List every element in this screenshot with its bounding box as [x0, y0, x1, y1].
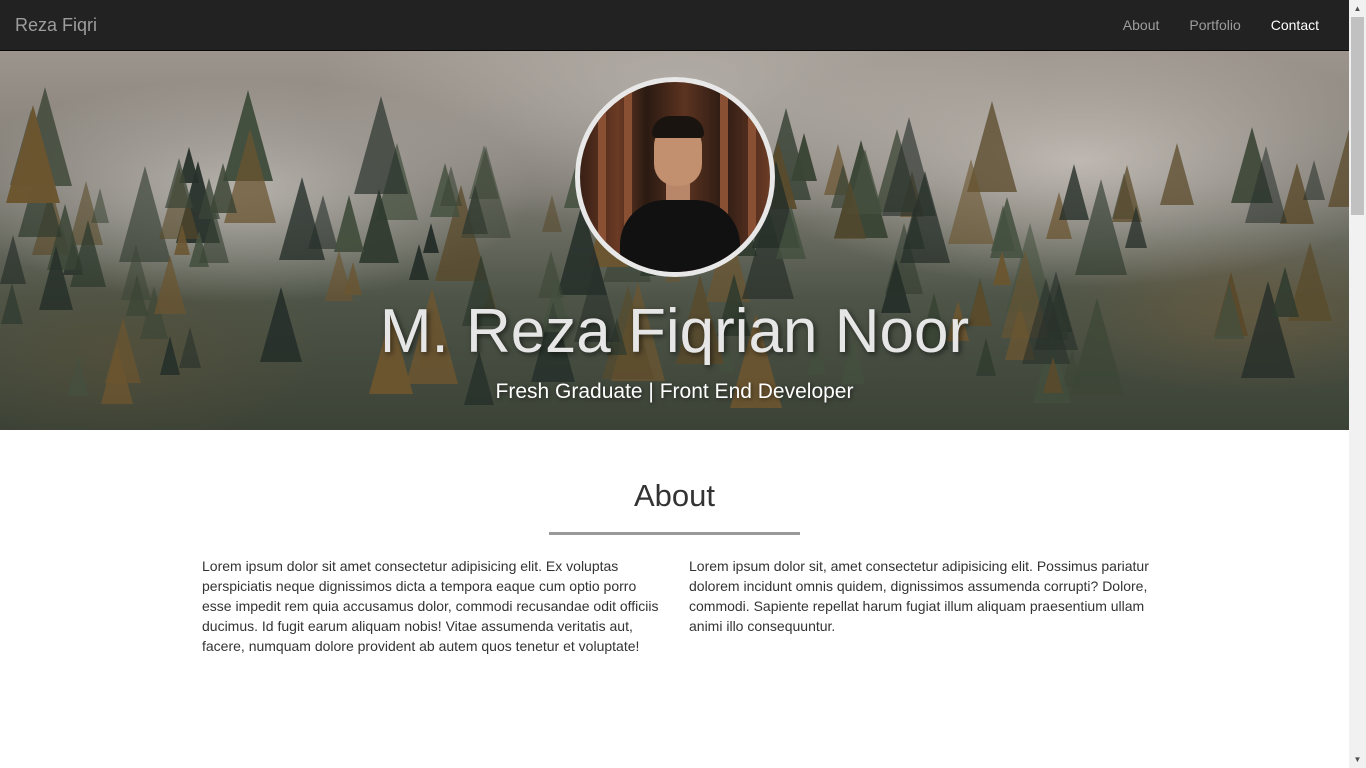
tree-silhouette — [461, 146, 511, 238]
navbar: Reza Fiqri About Portfolio Contact — [0, 0, 1349, 51]
vertical-scrollbar[interactable]: ▲ ▼ — [1349, 0, 1366, 768]
tree-silhouette — [6, 105, 60, 203]
tree-silhouette — [440, 166, 462, 206]
tree-silhouette — [1303, 160, 1325, 200]
hero-name: M. Reza Fiqrian Noor — [379, 297, 970, 366]
scroll-up-arrow-icon[interactable]: ▲ — [1349, 0, 1366, 17]
tree-silhouette — [359, 189, 399, 263]
tree-silhouette — [1328, 122, 1349, 207]
tree-silhouette — [948, 159, 994, 244]
scroll-thumb[interactable] — [1351, 17, 1364, 215]
tree-silhouette — [834, 180, 866, 239]
tree-silhouette — [776, 205, 806, 259]
about-heading: About — [633, 478, 715, 513]
tree-silhouette — [1125, 206, 1147, 248]
tree-silhouette — [423, 223, 439, 253]
tree-silhouette — [1160, 143, 1194, 205]
nav-links: About Portfolio Contact — [1108, 0, 1334, 50]
tree-silhouette — [542, 195, 562, 232]
about-text-left: Lorem ipsum dolor sit amet consectetur a… — [202, 558, 659, 654]
tree-silhouette — [791, 133, 817, 181]
profile-photo — [575, 77, 775, 277]
tree-silhouette — [279, 177, 325, 260]
tree-silhouette — [174, 224, 190, 255]
hero-tagline: Fresh Graduate | Front End Developer — [495, 380, 854, 403]
nav-link-portfolio[interactable]: Portfolio — [1174, 0, 1255, 50]
scroll-down-arrow-icon[interactable]: ▼ — [1349, 751, 1366, 768]
tree-silhouette — [334, 195, 364, 252]
nav-link-contact[interactable]: Contact — [1256, 0, 1334, 50]
nav-link-about[interactable]: About — [1108, 0, 1175, 50]
tree-silhouette — [70, 220, 106, 287]
brand-link[interactable]: Reza Fiqri — [15, 14, 97, 36]
about-divider — [549, 532, 800, 535]
tree-silhouette — [903, 207, 925, 249]
tree-silhouette — [165, 158, 193, 208]
tree-silhouette — [91, 188, 109, 223]
tree-silhouette — [209, 163, 237, 213]
tree-silhouette — [0, 235, 26, 284]
tree-silhouette — [1059, 164, 1089, 220]
tree-silhouette — [354, 96, 408, 194]
tree-silhouette — [1245, 146, 1287, 223]
about-text-right: Lorem ipsum dolor sit, amet consectetur … — [689, 558, 1149, 634]
tree-silhouette — [344, 262, 362, 295]
